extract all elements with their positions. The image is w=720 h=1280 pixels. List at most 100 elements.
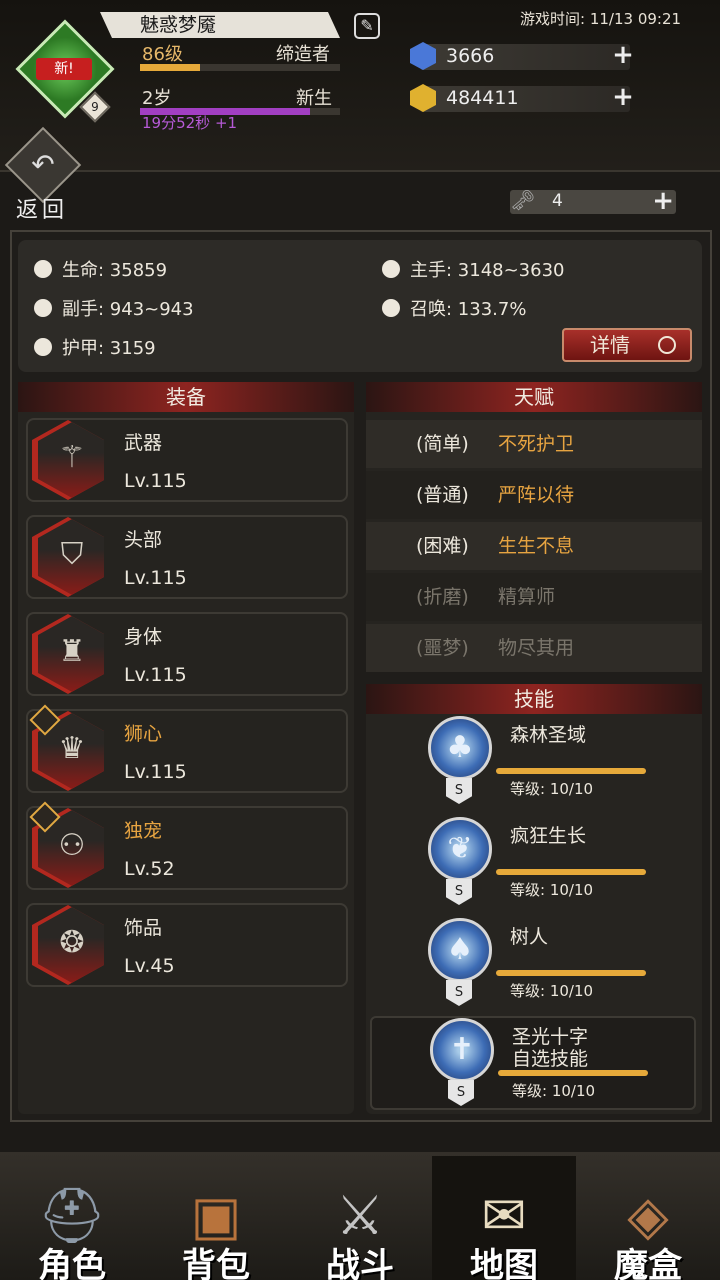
talent-difficulty: (普通) [416,484,469,506]
talent-name: 精算师 [498,586,556,608]
nav-item-scroll-map[interactable]: ✉ 地图 [432,1156,576,1280]
game-time: 游戏时间: 11/13 09:21 [520,10,682,28]
main-hand-icon [382,260,400,278]
hex-frame: ❂ [32,905,104,985]
talent-difficulty: (简单) [416,433,469,455]
armor-icon: ♜ [38,616,104,692]
talent-row[interactable]: (普通) 严阵以待 [366,471,702,519]
talent-row[interactable]: (简单) 不死护卫 [366,420,702,468]
level-text: 86级 [142,44,183,65]
gold-count: 484411 [446,87,519,109]
add-gold-button[interactable]: + [612,84,634,110]
timer-text: 19分52秒 +1 [142,114,238,132]
stat-summon: 召唤: 133.7% [382,295,526,321]
forest-sanctuary-icon: ♣ [428,716,492,780]
talent-name: 严阵以待 [498,484,575,506]
hex-frame: ⚚ [32,420,104,500]
equipment-slot[interactable]: ⛉ 头部 Lv.115 [26,515,348,599]
equipment-level: Lv.115 [124,664,187,686]
stat-off-hand: 副手: 943~943 [34,295,194,321]
nav-item-backpack[interactable]: ▣ 背包 [144,1156,288,1280]
skill-name: 圣光十字 自选技能 [512,1026,589,1070]
skill-progress-bar [496,970,646,976]
equipment-slot[interactable]: ♜ 身体 Lv.115 [26,612,348,696]
title-text: 缔造者 [276,44,330,65]
gem-count: 3666 [446,45,495,67]
skill-progress-bar [496,768,646,774]
nav-item-magic-box[interactable]: ◈ 魔盒 [576,1156,720,1280]
nav-label: 角色 [38,1246,106,1280]
age-text: 2岁 [142,88,172,109]
trinket-icon: ❂ [38,907,104,983]
status-text: 新生 [296,88,332,109]
equipment-level: Lv.52 [124,858,175,880]
detail-button[interactable]: 详情 [562,328,692,362]
equipment-slot[interactable]: ⚇ 独宠 Lv.52 [26,801,348,890]
gem-counter: 3666 + [410,42,634,70]
talent-row[interactable]: (折磨) 精算师 [366,573,702,621]
talent-name: 物尽其用 [498,637,575,659]
equipment-level: Lv.115 [124,761,187,783]
stat-armor: 护甲: 3159 [34,334,156,360]
talent-difficulty: (噩梦) [416,637,469,659]
back-button[interactable]: ↶ 返回 [4,126,82,223]
add-keys-button[interactable]: + [652,188,674,214]
skill-name: 疯狂生长 [510,825,587,847]
stat-life: 生命: 35859 [34,256,167,282]
hex-frame: ♜ [32,614,104,694]
key-count: 4 [552,191,563,211]
skill-level: 等级: 10/10 [512,1082,596,1100]
skill-rank-badge: S [448,1080,474,1106]
level-progress-bar [140,64,340,71]
equipment-name: 武器 [124,432,163,454]
heart-icon [34,260,52,278]
back-label: 返回 [16,198,69,223]
staff-icon: ⚚ [38,422,104,498]
equipment-name: 狮心 [124,723,163,745]
stat-main-hand: 主手: 3148~3630 [382,256,565,282]
skill-name: 森林圣域 [510,724,587,746]
skill-progress-bar [496,869,646,875]
hex-frame: ⛉ [32,517,104,597]
talent-difficulty: (折磨) [416,586,469,608]
gold-counter: 484411 + [410,84,634,112]
nav-label: 魔盒 [614,1246,682,1280]
nav-label: 战斗 [326,1246,394,1280]
skill-rank-badge: S [446,980,472,1006]
nav-item-sword-shield[interactable]: ⚔ 战斗 [288,1156,432,1280]
equipment-slot[interactable]: ❂ 饰品 Lv.45 [26,903,348,987]
hat-icon: ⛉ [38,519,104,595]
skill-level: 等级: 10/10 [510,881,594,899]
key-counter: 🗝 4 + [510,188,676,214]
nav-label: 地图 [470,1246,538,1280]
edit-icon[interactable]: ✎ [354,13,380,39]
equipment-slot[interactable]: ♛ 狮心 Lv.115 [26,704,348,793]
talent-name: 生生不息 [498,535,575,557]
add-gems-button[interactable]: + [612,42,634,68]
player-name: 魅惑梦魇 [100,12,340,38]
skill-name: 树人 [510,926,549,948]
skill-item[interactable]: ❦ S 疯狂生长 等级: 10/10 [370,817,696,911]
talent-row[interactable]: (困难) 生生不息 [366,522,702,570]
equipment-slot[interactable]: ⚚ 武器 Lv.115 [26,418,348,502]
search-icon [658,336,676,354]
skill-item[interactable]: ✝ S 圣光十字 自选技能 等级: 10/10 [370,1016,696,1110]
nav-label: 背包 [182,1246,250,1280]
equipment-name: 独宠 [124,820,163,842]
equipment-level: Lv.115 [124,567,187,589]
talent-title: 天赋 [366,382,702,412]
skill-item[interactable]: ♠ S 树人 等级: 10/10 [370,918,696,1012]
equipment-level: Lv.45 [124,955,175,977]
nav-item-helmet[interactable]: ⛑ 角色 [0,1156,144,1280]
talent-row[interactable]: (噩梦) 物尽其用 [366,624,702,672]
equipment-level: Lv.115 [124,470,187,492]
talent-difficulty: (困难) [416,535,469,557]
skill-item[interactable]: ♣ S 森林圣域 等级: 10/10 [370,716,696,810]
summon-icon [382,299,400,317]
key-icon: 🗝 [510,188,536,212]
talent-name: 不死护卫 [498,433,575,455]
skill-progress-bar [498,1070,648,1076]
off-hand-icon [34,299,52,317]
equipment-title: 装备 [18,382,354,412]
equipment-name: 身体 [124,626,163,648]
